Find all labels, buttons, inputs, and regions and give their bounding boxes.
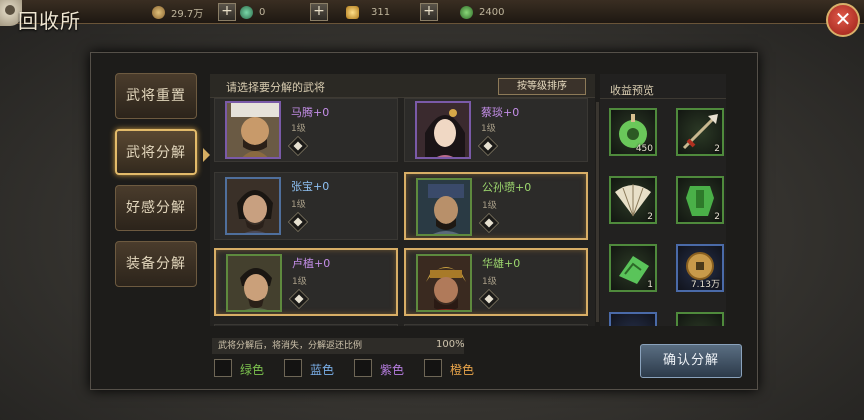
select-hint: 请选择要分解的武将 [226, 81, 325, 94]
hero-name: 华雄+0 [482, 257, 521, 270]
filter-blue-checkbox[interactable] [284, 359, 302, 377]
hero-portrait [416, 254, 472, 312]
reward-item[interactable]: 2 [676, 108, 724, 156]
tab-affinity-decompose[interactable]: 好感分解 [115, 185, 197, 231]
reward-count: 2 [714, 144, 720, 154]
hero-name: 蔡琰+0 [481, 106, 520, 119]
reward-count: 7.13万 [690, 280, 720, 290]
hero-card[interactable]: 马腾+0 1级 [214, 98, 398, 162]
troop-type-icon [287, 211, 309, 233]
add-copper-button[interactable]: + [218, 3, 236, 21]
hero-list-panel: 马腾+0 1级 蔡琰+0 1级 张宝+0 1级 公孙瓒+0 1级 卢植+0 1级 [210, 74, 595, 326]
troop-type-icon [477, 135, 499, 157]
active-tab-arrow-icon [203, 148, 210, 162]
hero-card-selected[interactable]: 公孙瓒+0 1级 [404, 172, 588, 240]
resource-gold: 311 [346, 3, 411, 21]
hero-card[interactable]: 蔡琰+0 1级 [404, 98, 588, 162]
reward-item[interactable] [609, 312, 657, 326]
hero-portrait [415, 101, 471, 159]
hero-portrait [416, 178, 472, 236]
hero-level: 1级 [481, 124, 496, 134]
reward-count: 2 [714, 212, 720, 222]
filter-purple-checkbox[interactable] [354, 359, 372, 377]
sort-by-level-button[interactable]: 按等级排序 [498, 78, 586, 95]
reward-item[interactable]: 7.13万 [676, 244, 724, 292]
filter-blue-label: 蓝色 [310, 363, 335, 377]
reward-count: 1 [647, 280, 653, 290]
reward-item[interactable]: 2 [676, 176, 724, 224]
hero-card-selected[interactable]: 卢植+0 1级 [214, 248, 398, 316]
gold-ingot-icon [346, 5, 359, 19]
tab-equipment-decompose[interactable]: 装备分解 [115, 241, 197, 287]
hero-portrait [225, 177, 281, 235]
copper-coin-icon [152, 5, 165, 19]
troop-type-icon [478, 212, 500, 234]
resource-copper: 29.7万 [152, 3, 211, 21]
filter-purple-label: 紫色 [380, 363, 405, 377]
hero-card[interactable] [214, 324, 398, 326]
hero-name: 马腾+0 [291, 106, 330, 119]
green-token-icon [460, 5, 473, 19]
resource-green-token: 2400 [460, 3, 519, 21]
resource-value: 0 [259, 6, 266, 18]
close-button[interactable]: ✕ [826, 3, 860, 37]
reward-item[interactable]: 1 [609, 244, 657, 292]
add-jade-button[interactable]: + [310, 3, 328, 21]
tab-hero-reset[interactable]: 武将重置 [115, 73, 197, 119]
title-plate: 回收所 [0, 0, 110, 40]
reward-item[interactable] [676, 312, 724, 326]
hero-level: 1级 [292, 277, 307, 287]
resource-jade: 0 [240, 3, 299, 21]
confirm-decompose-button[interactable]: 确认分解 [640, 344, 742, 378]
troop-type-icon [287, 135, 309, 157]
hero-card[interactable] [404, 324, 588, 326]
divider [600, 98, 726, 99]
hero-card-selected[interactable]: 华雄+0 1级 [404, 248, 588, 316]
reward-count: 2 [647, 212, 653, 222]
tab-column: 武将重置 武将分解 好感分解 装备分解 [97, 58, 210, 383]
return-ratio-note: 武将分解后，将消失，分解返还比例 [212, 338, 464, 354]
page-title: 回收所 [18, 9, 81, 33]
filter-green-label: 绿色 [240, 363, 265, 377]
hero-level: 1级 [291, 124, 306, 134]
hero-card[interactable]: 张宝+0 1级 [214, 172, 398, 240]
filter-green-checkbox[interactable] [214, 359, 232, 377]
hero-name: 张宝+0 [291, 180, 330, 193]
reward-preview-title: 收益预览 [610, 84, 654, 97]
add-gold-button[interactable]: + [420, 3, 438, 21]
reward-item[interactable]: 2 [609, 176, 657, 224]
hero-name: 卢植+0 [292, 257, 331, 270]
reward-count: 450 [635, 144, 653, 154]
tab-hero-decompose[interactable]: 武将分解 [115, 129, 197, 175]
resource-value: 29.7万 [171, 8, 204, 20]
resource-value: 2400 [479, 6, 505, 18]
hero-list-scrollbar[interactable] [596, 102, 599, 322]
hero-portrait [225, 101, 281, 159]
hero-portrait [226, 254, 282, 312]
hero-list-header: 请选择要分解的武将 按等级排序 [210, 74, 595, 98]
reward-item[interactable]: 450 [609, 108, 657, 156]
troop-type-icon [288, 288, 310, 310]
close-icon: ✕ [834, 7, 852, 31]
hero-level: 1级 [291, 200, 306, 210]
jade-icon [240, 5, 253, 19]
hero-name: 公孙瓒+0 [482, 181, 532, 194]
hero-level: 1级 [482, 277, 497, 287]
filter-orange-label: 橙色 [450, 363, 475, 377]
reward-preview-panel: 收益预览 450 2 2 2 1 7.13万 [600, 74, 726, 326]
hero-level: 1级 [482, 201, 497, 211]
resource-value: 311 [371, 6, 391, 18]
return-ratio-value: 100% [436, 339, 465, 350]
filter-orange-checkbox[interactable] [424, 359, 442, 377]
troop-type-icon [478, 288, 500, 310]
